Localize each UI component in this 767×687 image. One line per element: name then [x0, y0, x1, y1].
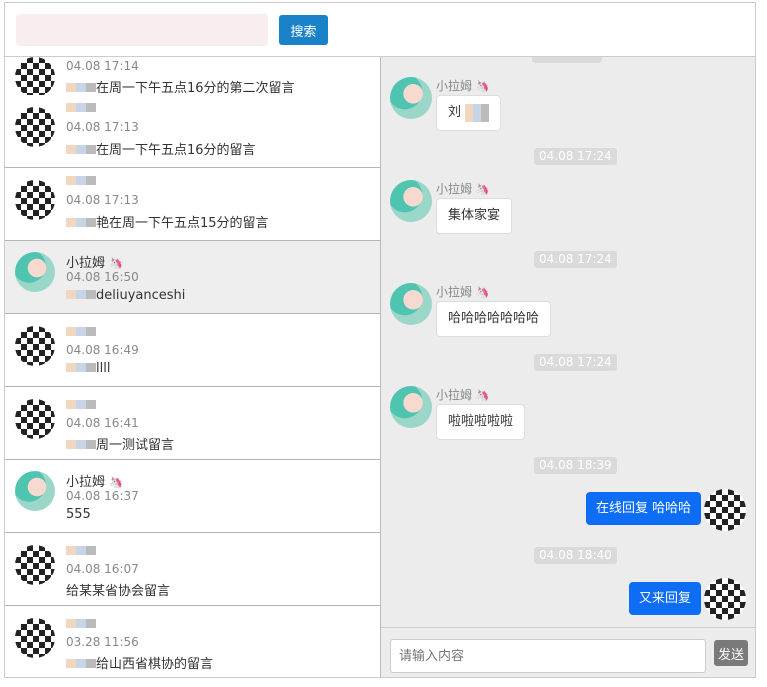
- conversation-name: [66, 101, 96, 116]
- conversation-time: 04.08 16:41: [66, 416, 139, 430]
- unicorn-icon: 🦄: [109, 257, 123, 270]
- conversation-name: 小拉姆 🦄: [66, 475, 123, 490]
- avatar: [15, 399, 55, 439]
- blurred-name-icon: [66, 546, 96, 555]
- conversation-preview: 给山西省棋协的留言: [66, 653, 213, 672]
- my-message-bubble: 在线回复 哈哈哈: [586, 492, 702, 525]
- blurred-name-icon: [66, 619, 96, 628]
- conversation-preview: 在周一下午五点16分的留言: [66, 139, 256, 158]
- sender-name: 小拉姆 🦄: [436, 79, 490, 93]
- message-composer: 发送: [381, 627, 755, 677]
- conversation-item[interactable]: 04.08 16:49 llll: [5, 314, 380, 387]
- blurred-name-icon: [66, 400, 96, 409]
- conversation-item[interactable]: 小拉姆 🦄 04.08 16:37 555: [5, 460, 380, 533]
- conversation-time: 04.08 16:50: [66, 270, 139, 284]
- contact-avatar: [390, 180, 432, 222]
- conversation-name: [66, 174, 96, 189]
- conversation-preview: 在周一下午五点16分的第二次留言: [66, 77, 295, 96]
- sender-name: 小拉姆 🦄: [436, 285, 490, 299]
- conversation-name: 小拉姆 🦄: [66, 256, 123, 271]
- blurred-name-icon: [66, 327, 96, 336]
- conversation-time: 04.08 16:37: [66, 489, 139, 503]
- message-timestamp: 04.08 17:24: [534, 148, 617, 165]
- conversation-list[interactable]: 04.08 17:14 在周一下午五点16分的第二次留言 04.08 17:13…: [5, 57, 381, 677]
- conversation-time: 04.08 17:13: [66, 193, 139, 207]
- conversation-time: 04.08 17:14: [66, 59, 139, 73]
- timestamp-chip: [532, 57, 602, 63]
- avatar: [15, 618, 55, 658]
- chat-window: 搜索 04.08 17:14 在周一下午五点16分的第二次留言 04.08 17…: [4, 2, 756, 678]
- conversation-preview: llll: [66, 361, 110, 376]
- blurred-text-icon: [465, 103, 490, 122]
- message-timestamp: 04.08 17:24: [534, 251, 617, 268]
- chat-panel: 小拉姆 🦄 刘 04.08 17:24 小拉姆 🦄 集体家宴 04.08 17:…: [381, 57, 755, 677]
- contact-avatar: [390, 386, 432, 428]
- search-bar: 搜索: [5, 3, 755, 57]
- message-timestamp: 04.08 18:40: [534, 547, 617, 564]
- message-bubble: 啦啦啦啦啦: [436, 404, 526, 440]
- conversation-name: [66, 325, 96, 340]
- blurred-name-icon: [66, 218, 96, 227]
- conversation-name: [66, 544, 96, 559]
- avatar: [15, 471, 55, 511]
- conversation-item[interactable]: 04.08 16:07 给某某省协会留言: [5, 533, 380, 606]
- message-bubble: 刘: [436, 95, 502, 131]
- unicorn-icon: 🦄: [109, 476, 123, 489]
- blurred-name-icon: [66, 363, 96, 372]
- sender-name: 小拉姆 🦄: [436, 182, 490, 196]
- conversation-item[interactable]: 小拉姆 🦄 04.08 16:50 deliuyanceshi: [5, 241, 380, 314]
- blurred-name-icon: [66, 83, 96, 92]
- search-input[interactable]: [16, 14, 268, 46]
- conversation-name: [66, 398, 96, 413]
- avatar: [15, 252, 55, 292]
- conversation-time: 04.08 17:13: [66, 120, 139, 134]
- conversation-preview: deliuyanceshi: [66, 288, 185, 303]
- conversation-preview: 艳在周一下午五点15分的留言: [66, 212, 269, 231]
- conversation-preview: 555: [66, 507, 91, 522]
- send-button[interactable]: 发送: [714, 640, 748, 666]
- avatar: [15, 107, 55, 147]
- conversation-item[interactable]: 04.08 16:41 周一测试留言: [5, 387, 380, 460]
- message-input[interactable]: [390, 639, 706, 673]
- contact-avatar: [390, 77, 432, 119]
- avatar: [15, 180, 55, 220]
- conversation-name: [66, 617, 96, 632]
- sender-name: 小拉姆 🦄: [436, 388, 490, 402]
- my-avatar: [704, 489, 746, 531]
- blurred-name-icon: [66, 145, 96, 154]
- blurred-name-icon: [66, 176, 96, 185]
- conversation-time: 03.28 11:56: [66, 635, 139, 649]
- unicorn-icon: 🦄: [475, 80, 490, 93]
- conversation-time: 04.08 16:49: [66, 343, 139, 357]
- message-timestamp: 04.08 17:24: [534, 354, 617, 371]
- unicorn-icon: 🦄: [475, 286, 490, 299]
- conversation-preview: 给某某省协会留言: [66, 584, 171, 599]
- message-timestamp: 04.08 18:39: [534, 457, 617, 474]
- search-button[interactable]: 搜索: [279, 15, 328, 45]
- avatar: [15, 57, 55, 97]
- avatar: [15, 545, 55, 585]
- blurred-name-icon: [66, 103, 96, 112]
- unicorn-icon: 🦄: [475, 389, 490, 402]
- conversation-item[interactable]: 04.08 17:13 艳在周一下午五点15分的留言: [5, 168, 380, 241]
- my-message-bubble: 又来回复: [629, 582, 702, 615]
- blurred-name-icon: [66, 290, 96, 299]
- message-bubble: 哈哈哈哈哈哈哈: [436, 301, 552, 337]
- conversation-item[interactable]: 04.08 17:13 在周一下午五点16分的留言: [5, 95, 380, 168]
- message-bubble: 集体家宴: [436, 198, 513, 234]
- blurred-name-icon: [66, 659, 96, 668]
- unicorn-icon: 🦄: [475, 183, 490, 196]
- my-avatar: [704, 578, 746, 620]
- blurred-name-icon: [66, 440, 96, 449]
- conversation-preview: 周一测试留言: [66, 434, 174, 453]
- conversation-time: 04.08 16:07: [66, 562, 139, 576]
- conversation-item[interactable]: 03.28 11:56 给山西省棋协的留言: [5, 606, 380, 677]
- contact-avatar: [390, 283, 432, 325]
- avatar: [15, 326, 55, 366]
